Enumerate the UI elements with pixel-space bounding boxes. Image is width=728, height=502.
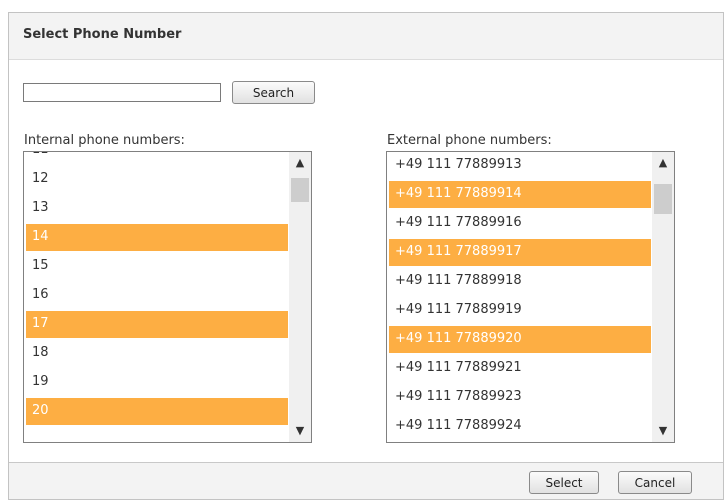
internal-numbers-label: Internal phone numbers: [24,133,185,148]
chevron-up-icon[interactable]: ▲ [289,154,311,172]
search-input[interactable] [23,83,221,102]
scrollbar-thumb[interactable] [654,184,672,214]
list-item[interactable]: 18 [26,340,288,367]
dialog-title: Select Phone Number [23,27,182,42]
chevron-down-icon[interactable]: ▼ [289,422,311,440]
list-item[interactable]: 17 [26,311,288,338]
search-button[interactable]: Search [232,81,315,104]
list-item[interactable]: +49 111 77889919 [389,297,651,324]
list-item[interactable]: +49 111 77889914 [389,181,651,208]
list-item[interactable]: +49 111 77889913 [389,152,651,179]
list-item[interactable]: +49 111 77889924 [389,413,651,440]
list-item[interactable]: 12 [26,166,288,193]
list-item[interactable]: 13 [26,195,288,222]
list-item[interactable]: 20 [26,398,288,425]
list-item[interactable]: +49 111 77889920 [389,326,651,353]
dialog-titlebar: Select Phone Number [9,13,723,60]
internal-numbers-list[interactable]: 11 12 13 14 15 16 17 18 19 20 ▲ ▼ [23,151,312,443]
list-item[interactable]: +49 111 77889916 [389,210,651,237]
internal-list-scrollbar[interactable]: ▲ ▼ [289,152,311,442]
list-item[interactable]: +49 111 77889918 [389,268,651,295]
external-list-scrollbar[interactable]: ▲ ▼ [652,152,674,442]
select-phone-number-dialog: Select Phone Number Search Internal phon… [8,12,724,500]
list-item[interactable]: 19 [26,369,288,396]
list-item[interactable]: +49 111 77889923 [389,384,651,411]
list-item[interactable]: +49 111 77889921 [389,355,651,382]
chevron-down-icon[interactable]: ▼ [652,422,674,440]
list-item[interactable]: 11 [26,152,288,164]
list-item[interactable]: 14 [26,224,288,251]
list-item[interactable]: 15 [26,253,288,280]
external-numbers-label: External phone numbers: [387,133,552,148]
chevron-up-icon[interactable]: ▲ [652,154,674,172]
select-button[interactable]: Select [529,471,599,494]
dialog-footer: Select Cancel [9,462,723,499]
cancel-button[interactable]: Cancel [618,471,692,494]
external-numbers-list[interactable]: +49 111 77889913 +49 111 77889914 +49 11… [386,151,675,443]
list-item[interactable]: 16 [26,282,288,309]
scrollbar-thumb[interactable] [291,178,309,202]
list-item[interactable]: +49 111 77889917 [389,239,651,266]
